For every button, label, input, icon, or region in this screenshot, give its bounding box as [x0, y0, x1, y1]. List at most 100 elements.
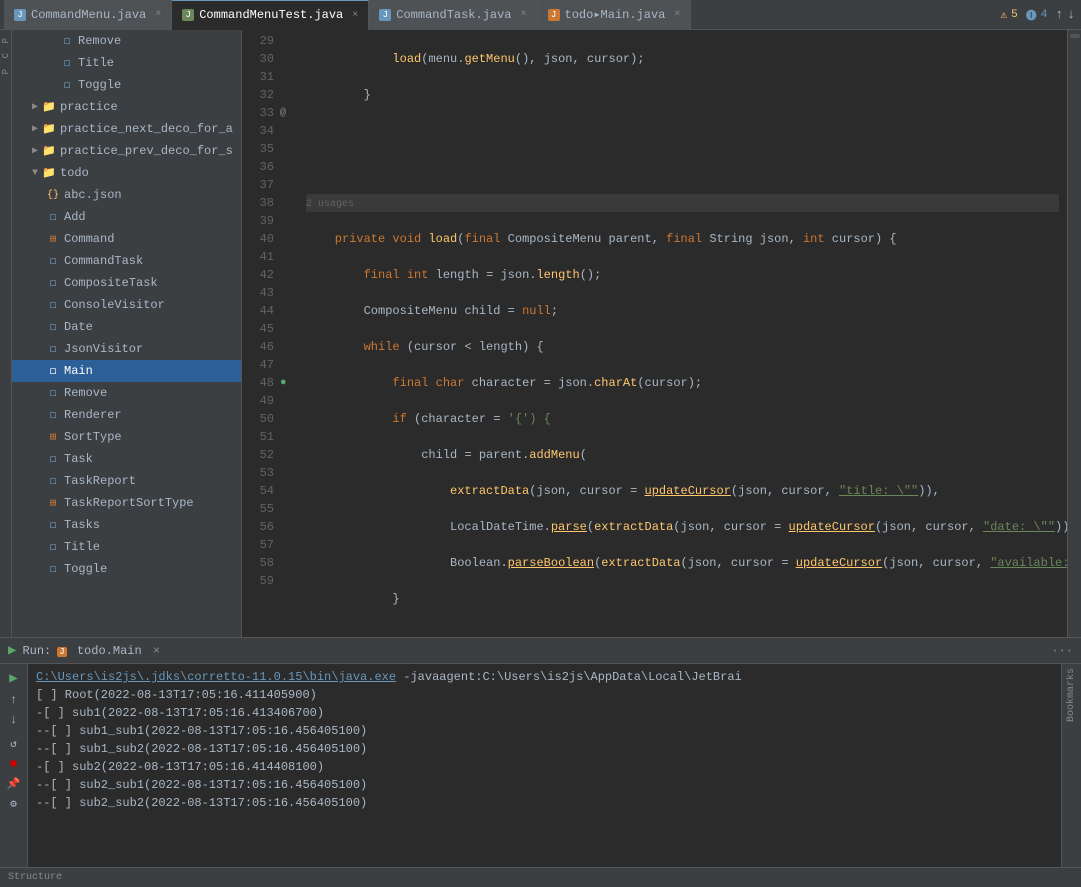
class-icon: ◻ [46, 474, 60, 488]
run-button[interactable]: ▶ [8, 642, 16, 659]
sidebar-label: Task [64, 452, 93, 466]
sidebar-label: Command [64, 232, 114, 246]
info-icon: 🅘 [1026, 7, 1037, 23]
sidebar-item-remove[interactable]: ◻ Remove [12, 30, 241, 52]
commit-icon[interactable]: C [1, 53, 11, 58]
sidebar-item-todo[interactable]: ▼ 📁 todo [12, 162, 241, 184]
output-line: --[ ] sub2_sub2(2022-08-13T17:05:16.4564… [36, 794, 1053, 812]
close-icon[interactable]: × [155, 9, 161, 20]
sidebar-item-command[interactable]: ⊞ Command [12, 228, 241, 250]
sidebar-item-add[interactable]: ◻ Add [12, 206, 241, 228]
class-icon: ◻ [60, 34, 74, 48]
settings-button[interactable]: ⚙ [10, 797, 17, 811]
sidebar-label: abc.json [64, 188, 122, 202]
sidebar-item-title2[interactable]: ◻ Title [12, 536, 241, 558]
close-icon[interactable]: × [521, 9, 527, 20]
run-sidebar: ▶ ↑ ↓ ↺ ■ 📌 ⚙ [0, 664, 28, 867]
structure-label[interactable]: Structure [8, 872, 62, 883]
sidebar-item-command-task[interactable]: ◻ CommandTask [12, 250, 241, 272]
tab-command-menu[interactable]: J CommandMenu.java × [4, 0, 172, 30]
scroll-down-button[interactable]: ↓ [10, 713, 17, 727]
scroll-up-icon[interactable]: ↑ [1055, 7, 1063, 22]
tab-label: CommandMenuTest.java [199, 8, 343, 22]
pin-button[interactable]: 📌 [7, 777, 21, 791]
sidebar-item-title[interactable]: ◻ Title [12, 52, 241, 74]
more-options-button[interactable]: ··· [1051, 644, 1073, 658]
process-tab[interactable]: J todo.Main × [57, 644, 160, 658]
class-icon: ◻ [60, 56, 74, 70]
tab-command-menu-test[interactable]: J CommandMenuTest.java × [172, 0, 369, 30]
code-editor[interactable]: load(menu.getMenu(), json, cursor); } 2 … [298, 30, 1067, 637]
scroll-thumb[interactable] [1070, 34, 1080, 38]
sidebar-item-sort-type[interactable]: ⊞ SortType [12, 426, 241, 448]
sidebar-label: CommandTask [64, 254, 143, 268]
sidebar-item-task-report-sort-type[interactable]: ⊞ TaskReportSortType [12, 492, 241, 514]
info-count: 4 [1041, 9, 1048, 21]
output-line: -[ ] sub1(2022-08-13T17:05:16.413406700) [36, 704, 1053, 722]
sidebar-item-renderer[interactable]: ◻ Renderer [12, 404, 241, 426]
class-icon: ◻ [46, 452, 60, 466]
rerun-button[interactable]: ↺ [10, 737, 17, 751]
gutter-markers: @ ● [280, 30, 298, 637]
project-icon[interactable]: P [1, 38, 11, 43]
stop-button[interactable]: ■ [10, 757, 17, 771]
output-line: --[ ] sub1_sub2(2022-08-13T17:05:16.4564… [36, 740, 1053, 758]
close-icon[interactable]: × [352, 10, 358, 21]
console-output[interactable]: C:\Users\is2js\.jdks\corretto-11.0.15\bi… [28, 664, 1061, 867]
sidebar-item-practice[interactable]: ▶ 📁 practice [12, 96, 241, 118]
run-controls: ▶ Run: J todo.Main × [8, 642, 160, 659]
sidebar-item-composite-task[interactable]: ◻ CompositeTask [12, 272, 241, 294]
bookmarks-label[interactable]: Bookmarks [1066, 668, 1077, 722]
bottom-content-area: ▶ ↑ ↓ ↺ ■ 📌 ⚙ C:\Users\is2js\.jdks\corre… [0, 664, 1081, 867]
output-line: --[ ] sub1_sub1(2022-08-13T17:05:16.4564… [36, 722, 1053, 740]
sidebar-item-main[interactable]: ◻ Main [12, 360, 241, 382]
process-close-icon[interactable]: × [153, 644, 160, 658]
tab-command-task[interactable]: J CommandTask.java × [369, 0, 537, 30]
sidebar-item-toggle2[interactable]: ◻ Toggle [12, 558, 241, 580]
sidebar: ◻ Remove ◻ Title ◻ Toggle ▶ 📁 practice ▶… [12, 30, 242, 637]
class-icon: ◻ [46, 210, 60, 224]
green-marker: ● [280, 377, 287, 389]
bottom-panel: ▶ Run: J todo.Main × ··· ▶ ↑ ↓ ↺ ■ 📌 [0, 637, 1081, 867]
sidebar-item-practice-next[interactable]: ▶ 📁 practice_next_deco_for_a [12, 118, 241, 140]
right-scrollbar[interactable] [1067, 30, 1081, 637]
java-exe-link[interactable]: C:\Users\is2js\.jdks\corretto-11.0.15\bi… [36, 670, 396, 684]
class-icon: ◻ [46, 298, 60, 312]
scroll-up-button[interactable]: ↑ [10, 693, 17, 707]
sidebar-label: Date [64, 320, 93, 334]
chevron-down-icon: ▼ [32, 168, 38, 179]
play-button[interactable]: ▶ [9, 670, 17, 687]
tab-label: CommandTask.java [396, 8, 511, 22]
sidebar-item-toggle[interactable]: ◻ Toggle [12, 74, 241, 96]
sidebar-item-abc-json[interactable]: {} abc.json [12, 184, 241, 206]
sidebar-item-tasks[interactable]: ◻ Tasks [12, 514, 241, 536]
class-icon: ◻ [60, 78, 74, 92]
tab-todo-main[interactable]: J todo▸Main.java × [538, 0, 692, 30]
sidebar-item-practice-prev[interactable]: ▶ 📁 practice_prev_deco_for_s [12, 140, 241, 162]
sidebar-label: practice_next_deco_for_a [60, 122, 233, 136]
sidebar-item-console-visitor[interactable]: ◻ ConsoleVisitor [12, 294, 241, 316]
sidebar-item-date[interactable]: ◻ Date [12, 316, 241, 338]
folder-icon: 📁 [42, 100, 56, 114]
sidebar-item-json-visitor[interactable]: ◻ JsonVisitor [12, 338, 241, 360]
tab-bar: J CommandMenu.java × J CommandMenuTest.j… [0, 0, 1081, 30]
output-line: C:\Users\is2js\.jdks\corretto-11.0.15\bi… [36, 668, 1053, 686]
sidebar-item-task[interactable]: ◻ Task [12, 448, 241, 470]
class-icon: ◻ [46, 254, 60, 268]
pull-requests-icon[interactable]: P [1, 69, 11, 74]
sidebar-item-remove2[interactable]: ◻ Remove [12, 382, 241, 404]
enum-icon: ⊞ [46, 430, 60, 444]
folder-icon: 📁 [42, 122, 56, 136]
json-icon: {} [46, 188, 60, 202]
sidebar-label: Tasks [64, 518, 100, 532]
sidebar-label: Remove [78, 34, 121, 48]
sidebar-label: TaskReportSortType [64, 496, 194, 510]
sidebar-item-task-report[interactable]: ◻ TaskReport [12, 470, 241, 492]
close-icon[interactable]: × [674, 9, 680, 20]
java-icon: J [14, 9, 26, 21]
bottom-tab-bar: ▶ Run: J todo.Main × ··· [0, 638, 1081, 664]
class-icon: ◻ [46, 408, 60, 422]
warning-count: 5 [1011, 9, 1018, 21]
chevron-right-icon: ▶ [32, 101, 38, 113]
scroll-down-icon[interactable]: ↓ [1067, 7, 1075, 22]
